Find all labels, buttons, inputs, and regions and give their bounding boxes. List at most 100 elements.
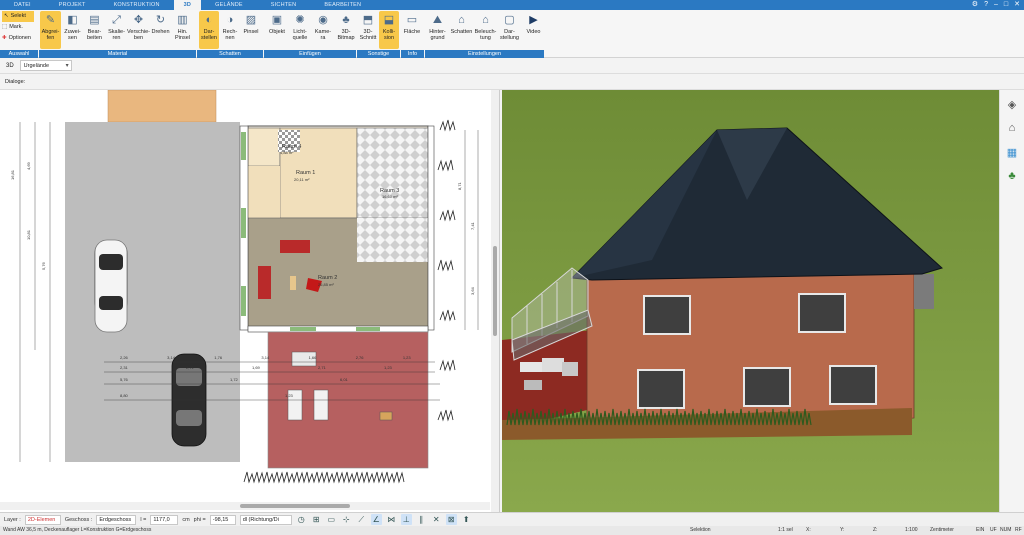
- status-z: Z:: [873, 527, 878, 533]
- cursor-tool-icon[interactable]: ⬆: [461, 514, 472, 525]
- floor-plan-view[interactable]: Raum 4 4,88 m² Raum 1 20,11 m² Raum 3 16…: [0, 90, 500, 512]
- einstellungen-button-2[interactable]: ⌂ Beleuch- tung: [474, 11, 497, 49]
- tab-3d[interactable]: 3D: [173, 0, 202, 10]
- plus-icon: ✚: [2, 35, 7, 41]
- room-2-label: Raum 2: [318, 275, 337, 281]
- group-sonstige: Sonstige: [357, 50, 400, 58]
- geschoss-select[interactable]: Erdgeschoss: [96, 514, 137, 525]
- dim-row1-2: 1,76: [214, 355, 223, 360]
- sonstige-button-1[interactable]: ⬓ Kolli- sion: [379, 11, 399, 49]
- terrain-select[interactable]: Urgelände: [19, 60, 72, 71]
- snap-angle-icon[interactable]: ∠: [370, 514, 382, 525]
- material-button-4[interactable]: ✥ Verschie- ben: [127, 11, 150, 49]
- material-button-2[interactable]: ▤ Bear- beiten: [84, 11, 105, 49]
- right-sidebar: ◈ ⌂ ▦ ♣: [999, 90, 1024, 512]
- dim-left-1: 4,69: [26, 161, 31, 170]
- room-4-area: 4,88 m²: [280, 150, 294, 155]
- material-label-4: Verschie- ben: [127, 29, 150, 41]
- dim-row1-1: 3,14: [167, 355, 176, 360]
- phi-input[interactable]: -98,15: [209, 514, 236, 525]
- snap-nearest-icon[interactable]: ⊠: [445, 514, 457, 525]
- material-button-5[interactable]: ↻ Drehen: [150, 11, 171, 49]
- einfuegen-button-2[interactable]: ◉ Kame- ra: [312, 11, 334, 49]
- maximize-icon[interactable]: □: [1004, 0, 1008, 10]
- 3d-canvas: [502, 90, 999, 512]
- material-palette-icon[interactable]: ▦: [1004, 144, 1020, 160]
- dim-row3-1: 1,72: [230, 377, 239, 382]
- material-button-3[interactable]: ⤢ Skalie- ren: [106, 11, 127, 49]
- layers-icon[interactable]: ◈: [1004, 96, 1020, 112]
- schatten-button-0[interactable]: ◐ Dar- stellen: [199, 11, 219, 49]
- scale-icon: ⤢: [112, 14, 121, 26]
- optionen-button[interactable]: ✚ Optionen: [2, 33, 34, 44]
- rotate-icon: ↻: [155, 14, 166, 26]
- mark-button[interactable]: ⬚ Mark.: [2, 22, 34, 33]
- window-upper-right: [798, 293, 846, 333]
- settings-gear-icon[interactable]: ⚙: [972, 0, 978, 10]
- snap-midpoint-icon[interactable]: ⋈: [386, 514, 397, 525]
- plan-horizontal-scrollbar[interactable]: [0, 502, 490, 510]
- einstellungen-button-0[interactable]: ⛰ Hinter- grund: [426, 11, 449, 49]
- einstellungen-button-4[interactable]: ▶ Video: [522, 11, 545, 49]
- window-upper-left: [643, 295, 691, 335]
- einfuegen-button-1[interactable]: ✺ Licht- quelle: [289, 11, 311, 49]
- selekt-button[interactable]: ↖ Selekt: [2, 11, 34, 22]
- shadow-brush-icon: ▨: [245, 14, 257, 26]
- tab-bearbeiten[interactable]: BEARBEITEN: [310, 0, 375, 10]
- status-x: X:: [806, 527, 811, 533]
- length-input[interactable]: 1177,0: [150, 514, 179, 525]
- tab-sichten[interactable]: SICHTEN: [257, 0, 311, 10]
- material-button-6[interactable]: ▥ Hin. Pinsel: [172, 11, 193, 49]
- schatten-button-1[interactable]: ◑ Rech- nen: [220, 11, 240, 49]
- einfuegen-button-0[interactable]: ▣ Objekt: [266, 11, 288, 49]
- clock-icon[interactable]: ◷: [296, 514, 307, 525]
- section-icon: ⬒: [362, 14, 374, 26]
- dim-row2-1: 2,71: [186, 365, 195, 370]
- 3d-view[interactable]: [502, 90, 999, 512]
- minimize-icon[interactable]: –: [994, 0, 998, 10]
- dim-row3-2: 6,01: [340, 377, 349, 382]
- snap-parallel-icon[interactable]: ∥: [416, 514, 427, 525]
- material-button-0[interactable]: ✎ Abgrei- fen: [40, 11, 61, 49]
- vscroll-thumb[interactable]: [493, 246, 497, 336]
- tab-datei[interactable]: DATEI: [0, 0, 45, 10]
- window-west-3: [241, 286, 246, 316]
- tab-gelaende[interactable]: GELÄNDE: [201, 0, 257, 10]
- close-icon[interactable]: ✕: [1014, 0, 1020, 10]
- plant-icon[interactable]: ♣: [1004, 168, 1020, 184]
- move-icon: ✥: [133, 14, 144, 26]
- material-button-1[interactable]: ◧ Zuwei- sen: [62, 11, 83, 49]
- info-button-0[interactable]: ▭ Fläche: [402, 11, 422, 49]
- tab-projekt[interactable]: PROJEKT: [45, 0, 100, 10]
- dim-row1-4: 1,66: [309, 355, 318, 360]
- plan-vertical-scrollbar[interactable]: [491, 90, 499, 512]
- cursor-icon: ↖: [4, 13, 9, 19]
- sonstige-button-0[interactable]: ⬒ 3D- Schnitt: [358, 11, 378, 49]
- dim-row2-2: 1,69: [252, 365, 261, 370]
- calculate-icon: ◑: [226, 14, 234, 26]
- snap-point-icon[interactable]: ⊹: [341, 514, 352, 525]
- snap-line-icon[interactable]: ⟋: [356, 514, 367, 525]
- monitor-icon[interactable]: ▭: [326, 514, 337, 525]
- einstellungen-button-1[interactable]: ⌂ Schatten: [450, 11, 473, 49]
- view-mode-label: 3D: [6, 62, 14, 69]
- snap-grid-icon[interactable]: ⊞: [311, 514, 322, 525]
- einfuegen-button-3[interactable]: ♣ 3D- Bitmap: [335, 11, 357, 49]
- snap-ortho-icon[interactable]: ⊥: [400, 514, 412, 525]
- chair-icon[interactable]: ⌂: [1004, 120, 1020, 136]
- einstellungen-button-3[interactable]: ▢ Dar- stellung: [498, 11, 521, 49]
- direction-select[interactable]: dl (Richtung/Di: [239, 514, 292, 525]
- tab-konstruktion[interactable]: KONSTRUKTION: [100, 0, 174, 10]
- mark-icon: ⬚: [2, 24, 8, 30]
- ribbon-tab-bar: DATEI PROJEKT KONSTRUKTION 3D GELÄNDE SI…: [0, 0, 1024, 10]
- room-3-lower: [357, 218, 428, 262]
- layer-select[interactable]: 2D-Elemen: [24, 514, 61, 525]
- schatten-button-2[interactable]: ▨ Pinsel: [241, 11, 261, 49]
- sofa: [280, 240, 310, 253]
- hscroll-thumb[interactable]: [240, 504, 350, 508]
- material-label-0: Abgrei- fen: [41, 29, 60, 41]
- help-icon[interactable]: ?: [984, 0, 988, 10]
- snap-intersection-icon[interactable]: ✕: [431, 514, 442, 525]
- lighting-icon: ⌂: [482, 14, 489, 26]
- display-icon: ▢: [504, 14, 515, 26]
